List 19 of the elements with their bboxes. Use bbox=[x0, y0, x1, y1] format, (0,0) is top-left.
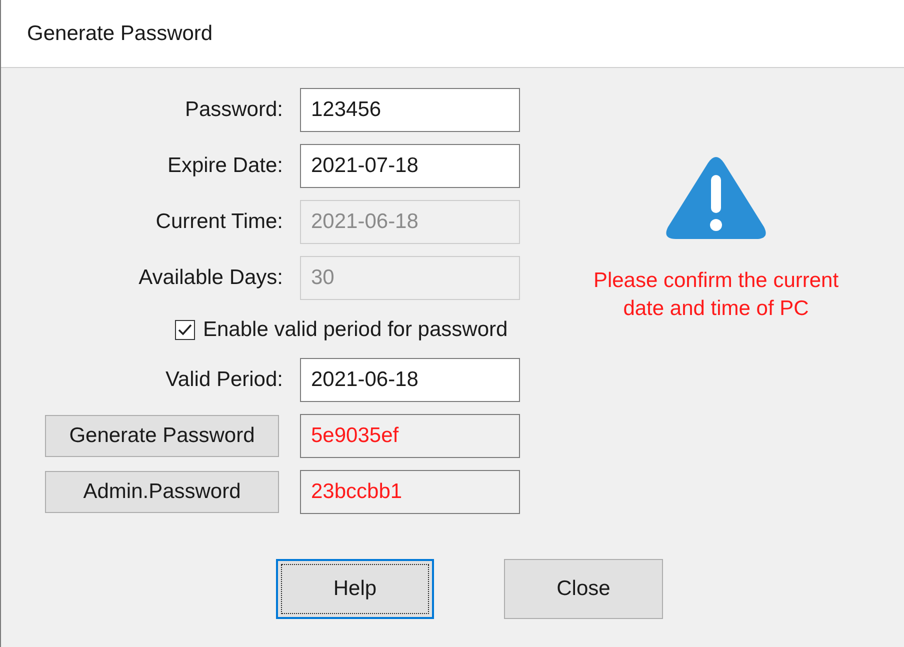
input-field[interactable]: 2021-07-18 bbox=[300, 144, 520, 188]
generate-button[interactable]: Admin.Password bbox=[45, 471, 279, 513]
field-label: Password: bbox=[184, 97, 283, 124]
window-title: Generate Password bbox=[27, 20, 213, 47]
warning-icon bbox=[664, 155, 768, 241]
dialog-button[interactable]: Help bbox=[276, 559, 434, 619]
field-label: Valid Period: bbox=[165, 367, 283, 394]
dialog-button[interactable]: Close bbox=[504, 559, 663, 619]
checkbox[interactable] bbox=[175, 320, 195, 340]
field-label: Available Days: bbox=[138, 265, 283, 292]
field-label: Expire Date: bbox=[167, 153, 283, 180]
output-field: 23bccbb1 bbox=[300, 470, 520, 514]
warning-message: Please confirm the current date and time of PC bbox=[593, 268, 839, 322]
input-field[interactable]: 123456 bbox=[300, 88, 520, 132]
input-field[interactable]: 2021-06-18 bbox=[300, 358, 520, 402]
output-field: 5e9035ef bbox=[300, 414, 520, 458]
generate-button[interactable]: Generate Password bbox=[45, 415, 279, 457]
field-label: Current Time: bbox=[156, 209, 283, 236]
checkbox-label[interactable]: Enable valid period for password bbox=[203, 314, 508, 346]
